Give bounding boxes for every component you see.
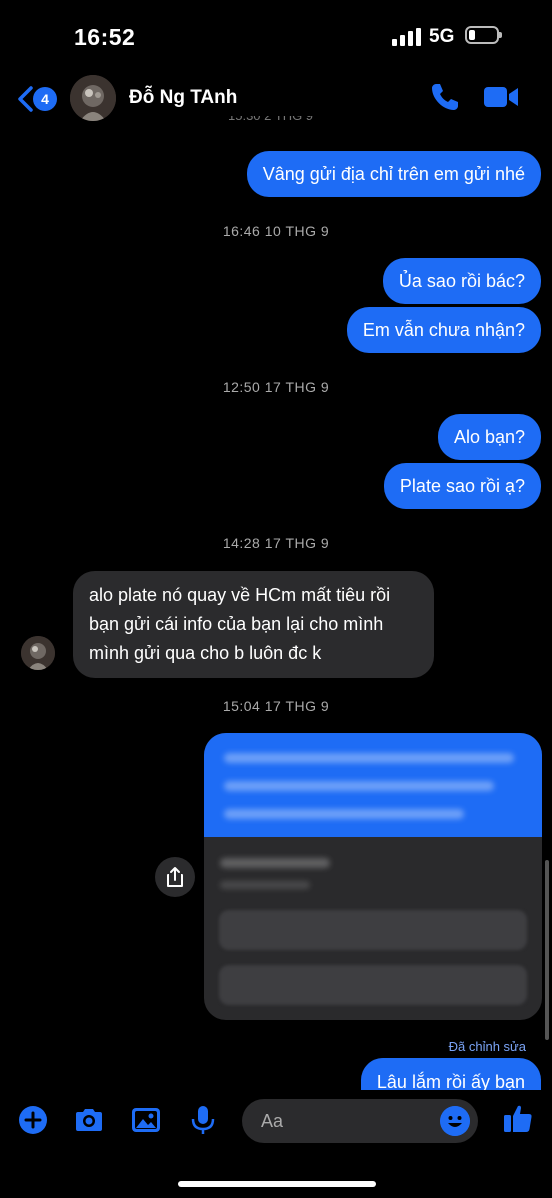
edited-label: Đã chỉnh sửa bbox=[448, 1039, 526, 1054]
clipped-timestamp: 15:30 2 THG 9 bbox=[228, 116, 313, 124]
timestamp: 12:50 17 THG 9 bbox=[222, 379, 330, 395]
card-header bbox=[204, 733, 542, 837]
battery-icon bbox=[465, 26, 502, 44]
status-bar: 16:52 5G bbox=[0, 0, 552, 70]
blurred-contact-card[interactable] bbox=[204, 733, 542, 1020]
card-action-button[interactable] bbox=[219, 910, 527, 950]
timestamp: 16:46 10 THG 9 bbox=[222, 223, 330, 239]
gallery-icon[interactable] bbox=[130, 1104, 162, 1136]
phone-icon[interactable] bbox=[430, 82, 460, 112]
scrollbar[interactable] bbox=[545, 860, 549, 1040]
incoming-message[interactable]: alo plate nó quay về HCm mất tiêu rồi bạ… bbox=[73, 571, 434, 678]
share-icon bbox=[167, 867, 183, 887]
plus-icon[interactable] bbox=[17, 1104, 49, 1136]
input-placeholder: Aa bbox=[261, 1111, 284, 1131]
contact-name[interactable]: Đỗ Ng TAnh bbox=[129, 87, 237, 109]
message-input[interactable]: Aa bbox=[242, 1099, 478, 1143]
contact-avatar[interactable] bbox=[70, 75, 116, 121]
card-action-button[interactable] bbox=[219, 965, 527, 1005]
outgoing-message[interactable]: Alo bạn? bbox=[437, 414, 541, 460]
outgoing-message[interactable]: Ủa sao rồi bác? bbox=[382, 258, 541, 304]
timestamp: 15:04 17 THG 9 bbox=[222, 698, 330, 714]
status-time: 16:52 bbox=[74, 24, 136, 50]
microphone-icon[interactable] bbox=[187, 1104, 219, 1136]
network-type: 5G bbox=[429, 26, 455, 47]
outgoing-message[interactable]: Em vẫn chưa nhận? bbox=[346, 307, 541, 353]
sender-avatar[interactable] bbox=[21, 636, 55, 670]
unread-badge[interactable]: 4 bbox=[33, 87, 57, 111]
home-indicator[interactable] bbox=[178, 1181, 376, 1187]
timestamp: 14:28 17 THG 9 bbox=[222, 535, 330, 551]
card-title bbox=[220, 858, 330, 868]
message-line: mình gửi qua cho b luôn đc k bbox=[89, 643, 322, 663]
signal-icon bbox=[392, 28, 421, 46]
video-camera-icon[interactable] bbox=[483, 84, 519, 110]
message-line: bạn gửi cái info của bạn lại cho mình bbox=[89, 614, 384, 634]
outgoing-message[interactable]: Vâng gửi địa chỉ trên em gửi nhé bbox=[246, 151, 541, 197]
message-line: alo plate nó quay về HCm mất tiêu rồi bbox=[89, 585, 391, 605]
camera-icon[interactable] bbox=[73, 1104, 105, 1136]
emoji-icon[interactable] bbox=[440, 1106, 470, 1136]
card-subtitle bbox=[220, 881, 310, 889]
outgoing-message[interactable]: Plate sao rồi ạ? bbox=[383, 463, 541, 509]
share-button[interactable] bbox=[155, 857, 195, 897]
thumbs-up-icon[interactable] bbox=[502, 1102, 534, 1134]
